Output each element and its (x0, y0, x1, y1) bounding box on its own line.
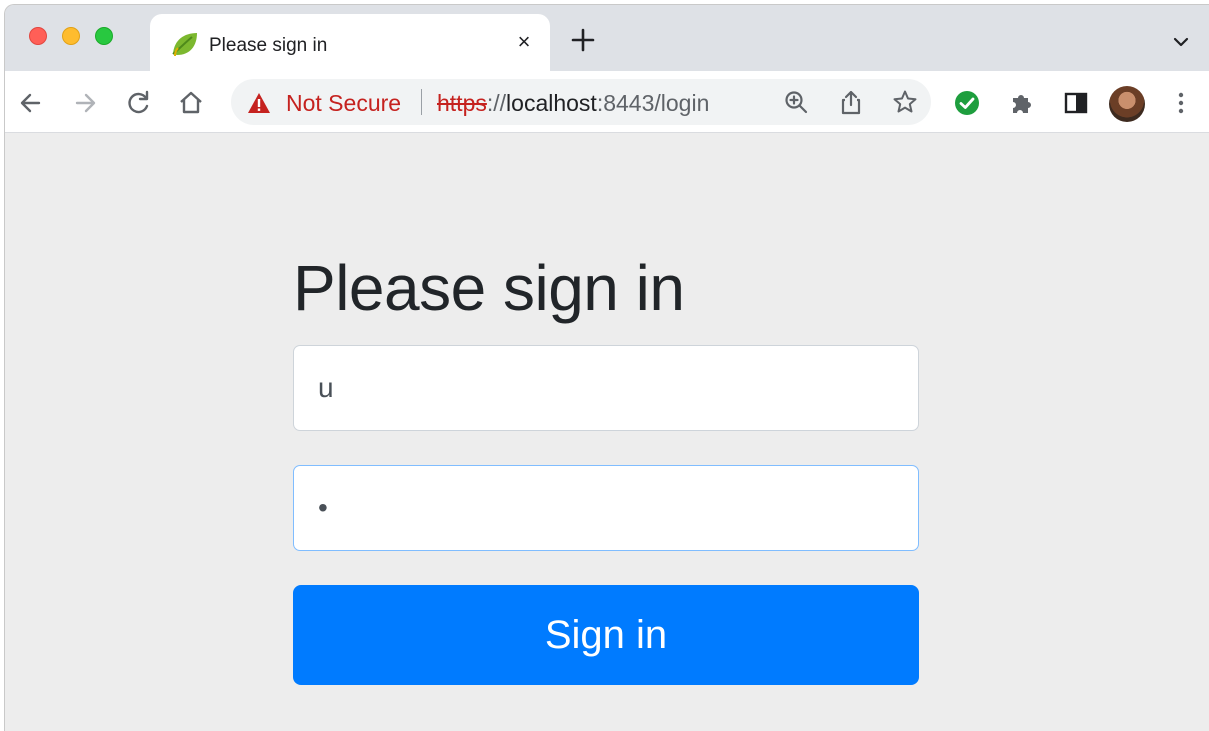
back-arrow-icon[interactable] (17, 89, 45, 117)
minimize-window-button[interactable] (62, 27, 80, 45)
page-content: Please sign in u • Sign in (5, 133, 1209, 731)
bookmark-star-icon[interactable] (892, 89, 918, 115)
tab-strip: Please sign in × (5, 5, 1209, 72)
username-field[interactable]: u (293, 345, 919, 431)
url-host: localhost (506, 90, 597, 116)
spring-leaf-icon (172, 33, 197, 57)
omnibox-divider (421, 89, 422, 115)
puzzle-icon[interactable] (1008, 89, 1036, 117)
reload-icon[interactable] (125, 89, 153, 117)
new-tab-icon[interactable] (570, 27, 596, 53)
not-secure-label[interactable]: Not Secure (286, 90, 401, 117)
chevron-down-icon[interactable] (1170, 31, 1192, 53)
sign-in-button[interactable]: Sign in (293, 585, 919, 685)
extension-check-icon[interactable] (953, 89, 981, 117)
url-scheme: https (437, 90, 487, 116)
maximize-window-button[interactable] (95, 27, 113, 45)
page-title: Please sign in (293, 252, 685, 324)
password-field[interactable]: • (293, 465, 919, 551)
avatar[interactable] (1109, 86, 1145, 122)
forward-arrow-icon[interactable] (71, 89, 99, 117)
browser-window: Please sign in × Not Secure https://loca… (4, 4, 1209, 731)
close-window-button[interactable] (29, 27, 47, 45)
active-tab[interactable]: Please sign in × (150, 14, 550, 72)
address-bar[interactable]: Not Secure https://localhost:8443/login (231, 79, 931, 125)
kebab-menu-icon[interactable] (1167, 89, 1195, 117)
warning-triangle-icon[interactable] (247, 92, 271, 114)
tab-title: Please sign in (209, 35, 328, 56)
home-icon[interactable] (177, 89, 205, 117)
side-panel-icon[interactable] (1062, 89, 1090, 117)
url-text[interactable]: https://localhost:8443/login (437, 90, 709, 117)
url-separator: :// (486, 90, 507, 116)
zoom-icon[interactable] (783, 89, 809, 115)
tab-close-icon[interactable]: × (512, 30, 536, 54)
share-icon[interactable] (838, 89, 864, 115)
browser-toolbar: Not Secure https://localhost:8443/login (5, 71, 1209, 133)
url-path: :8443/login (596, 90, 710, 116)
